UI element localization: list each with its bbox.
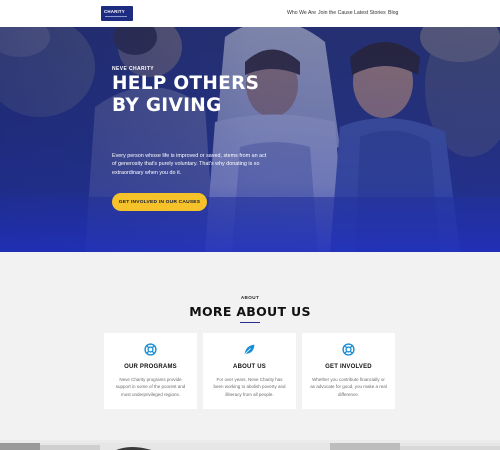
nav-latest-stories[interactable]: Latest Stories	[354, 10, 386, 16]
site-header: CHARITY Who We Are Join the Cause Latest…	[0, 0, 500, 27]
hero-description: Every person whose life is improved or s…	[112, 153, 267, 176]
hero-section: NEVE CHARITY HELP OTHERS BY GIVING Every…	[0, 27, 500, 252]
card-title: OUR PROGRAMS	[124, 364, 177, 370]
hero-headline: HELP OTHERS BY GIVING	[112, 73, 260, 116]
card-text: Whether you contribute financially or as…	[310, 377, 387, 397]
card-title: GET INVOLVED	[325, 364, 372, 370]
next-section-photo	[0, 443, 500, 450]
about-section: ABOUT MORE ABOUT US OUR PROGRAMS Neve Ch…	[0, 252, 500, 440]
lifebuoy-icon	[342, 343, 355, 356]
leaf-icon	[244, 344, 255, 355]
about-title: MORE ABOUT US	[189, 304, 311, 319]
site-logo[interactable]: CHARITY	[101, 6, 133, 21]
nav-join-the-cause[interactable]: Join the Cause	[318, 10, 353, 16]
lifebuoy-icon	[144, 343, 157, 356]
logo-text: CHARITY	[104, 9, 125, 14]
card-about-us: ABOUT US For over years, Neve Charity ha…	[203, 333, 296, 409]
hero-eyebrow: NEVE CHARITY	[112, 66, 155, 72]
card-text: For over years, Neve Charity has been wo…	[213, 377, 286, 397]
nav-who-we-are[interactable]: Who We Are	[287, 10, 316, 16]
card-get-involved: GET INVOLVED Whether you contribute fina…	[302, 333, 395, 409]
logo-underline	[105, 16, 127, 17]
about-eyebrow: ABOUT	[240, 295, 260, 300]
card-text: Neve Charity programs provide support in…	[115, 377, 186, 397]
card-title: ABOUT US	[233, 364, 266, 370]
get-involved-button[interactable]: GET INVOLVED IN OUR CAUSES	[112, 193, 207, 211]
hero-background-image	[0, 27, 500, 252]
nav-blog[interactable]: Blog	[388, 10, 398, 16]
next-section-image	[0, 440, 500, 450]
card-our-programs: OUR PROGRAMS Neve Charity programs provi…	[104, 333, 197, 409]
about-divider	[240, 322, 260, 323]
